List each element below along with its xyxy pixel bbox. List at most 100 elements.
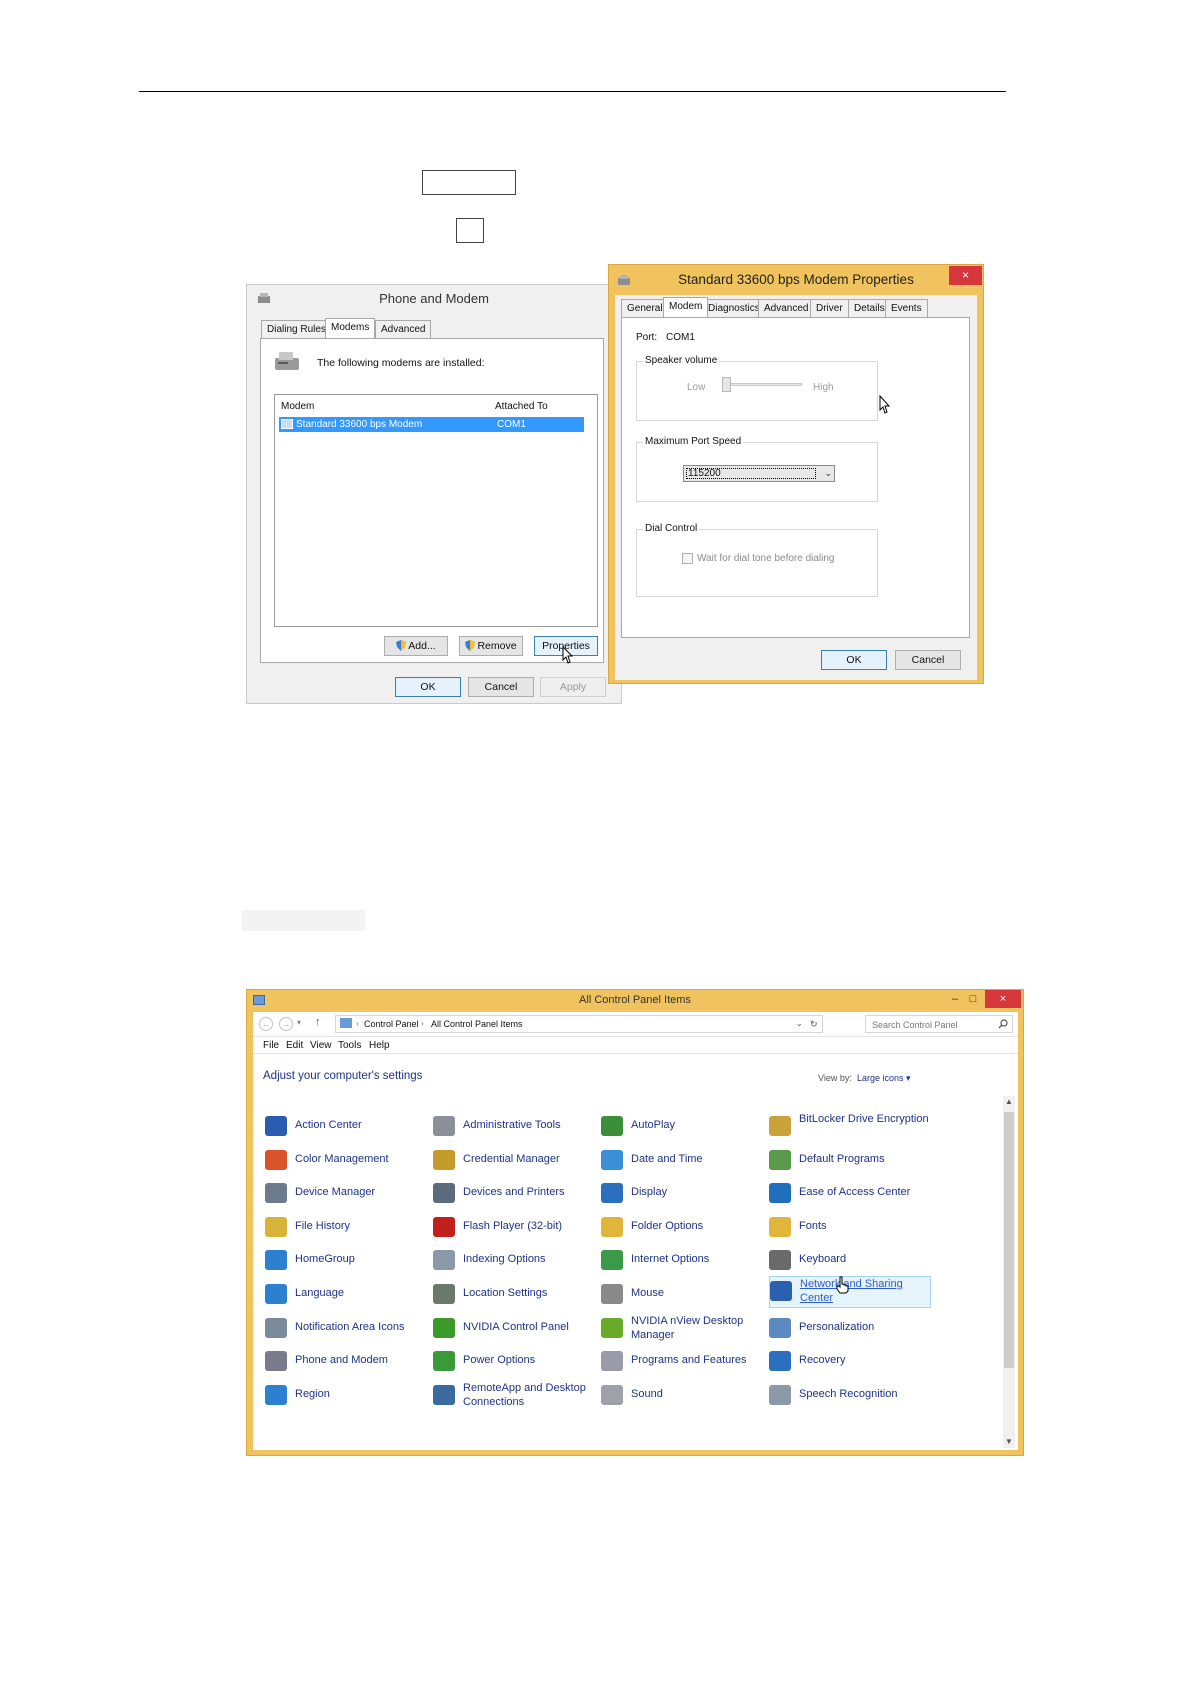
menu-file[interactable]: File xyxy=(263,1040,279,1051)
cp-item-personalization[interactable]: Personalization xyxy=(769,1314,939,1342)
search-icon[interactable] xyxy=(998,1019,1008,1029)
close-button[interactable]: × xyxy=(949,266,982,285)
scroll-thumb[interactable] xyxy=(1004,1112,1014,1368)
cp-item-sound[interactable]: Sound xyxy=(601,1381,771,1409)
cp-item-label: Keyboard xyxy=(799,1253,847,1265)
tab-general[interactable]: General xyxy=(621,299,669,317)
cp-item-autoplay[interactable]: AutoPlay xyxy=(601,1112,771,1140)
cp-item-label: Internet Options xyxy=(631,1253,710,1265)
scroll-down-icon[interactable]: ▼ xyxy=(1003,1436,1015,1448)
cp-item-label: Language xyxy=(295,1287,344,1299)
cancel-button[interactable]: Cancel xyxy=(895,650,961,670)
breadcrumb-all-items[interactable]: All Control Panel Items xyxy=(431,1019,523,1029)
cp-item-devices-and-printers[interactable]: Devices and Printers xyxy=(433,1179,603,1207)
cp-item-credential-manager[interactable]: Credential Manager xyxy=(433,1146,603,1174)
menu-bar: File Edit View Tools Help xyxy=(253,1036,1018,1054)
column-header-modem[interactable]: Modem xyxy=(281,401,314,412)
cp-item-date-and-time[interactable]: Date and Time xyxy=(601,1146,771,1174)
folder-options-icon xyxy=(601,1217,623,1237)
volume-slider[interactable] xyxy=(722,377,731,392)
cp-item-internet-options[interactable]: Internet Options xyxy=(601,1246,771,1274)
menu-help[interactable]: Help xyxy=(369,1040,390,1051)
cp-item-display[interactable]: Display xyxy=(601,1179,771,1207)
cp-item-notification-area-icons[interactable]: Notification Area Icons xyxy=(265,1314,435,1342)
cp-item-label: NVIDIA nView Desktop Manager xyxy=(631,1315,744,1341)
remove-button[interactable]: Remove xyxy=(459,636,523,656)
modem-list[interactable]: Modem Attached To Standard 33600 bps Mod… xyxy=(274,394,598,627)
breadcrumb-control-panel[interactable]: Control Panel xyxy=(364,1019,419,1029)
search-input[interactable]: Search Control Panel xyxy=(865,1015,1013,1033)
tab-advanced[interactable]: Advanced xyxy=(758,299,815,317)
cp-item-folder-options[interactable]: Folder Options xyxy=(601,1213,771,1241)
page-heading: Adjust your computer's settings xyxy=(263,1070,423,1082)
cp-item-administrative-tools[interactable]: Administrative Tools xyxy=(433,1112,603,1140)
cancel-button[interactable]: Cancel xyxy=(468,677,534,697)
menu-view[interactable]: View xyxy=(310,1040,332,1051)
cp-item-programs-and-features[interactable]: Programs and Features xyxy=(601,1347,771,1375)
cp-item-homegroup[interactable]: HomeGroup xyxy=(265,1246,435,1274)
tab-dialing-rules[interactable]: Dialing Rules xyxy=(261,320,332,338)
refresh-icon[interactable]: ↻ xyxy=(810,1019,818,1030)
chevron-down-icon[interactable]: ⌄ xyxy=(824,468,832,479)
cp-item-label: Device Manager xyxy=(295,1186,376,1198)
cp-item-device-manager[interactable]: Device Manager xyxy=(265,1179,435,1207)
menu-tools[interactable]: Tools xyxy=(338,1040,361,1051)
back-icon[interactable]: ← xyxy=(259,1017,273,1031)
cp-item-label: Mouse xyxy=(631,1287,665,1299)
port-speed-select[interactable]: 115200 ⌄ xyxy=(683,465,835,482)
cp-item-color-management[interactable]: Color Management xyxy=(265,1146,435,1174)
tab-events[interactable]: Events xyxy=(885,299,928,317)
cp-item-fonts[interactable]: Fonts xyxy=(769,1213,939,1241)
cp-item-action-center[interactable]: Action Center xyxy=(265,1112,435,1140)
list-item[interactable]: Standard 33600 bps Modem COM1 xyxy=(279,417,584,432)
nvidia-nview-desktop-manager-icon xyxy=(601,1318,623,1338)
cp-item-network-and-sharing-center[interactable]: Network and Sharing Center xyxy=(769,1276,931,1308)
cp-item-default-programs[interactable]: Default Programs xyxy=(769,1146,939,1174)
location-settings-icon xyxy=(433,1284,455,1304)
tab-modems[interactable]: Modems xyxy=(325,318,376,338)
up-arrow-icon[interactable]: ↑ xyxy=(315,1016,321,1028)
chevron-down-icon[interactable]: ⌄ xyxy=(796,1019,803,1028)
cp-item-keyboard[interactable]: Keyboard xyxy=(769,1246,939,1274)
tab-driver[interactable]: Driver xyxy=(810,299,849,317)
maximize-button[interactable]: □ xyxy=(964,990,982,1008)
cp-item-indexing-options[interactable]: Indexing Options xyxy=(433,1246,603,1274)
cp-item-phone-and-modem[interactable]: Phone and Modem xyxy=(265,1347,435,1375)
cp-item-remoteapp-and-desktop-connections[interactable]: RemoteApp and Desktop Connections xyxy=(433,1381,603,1409)
hand-cursor-icon xyxy=(836,1276,849,1294)
fonts-icon xyxy=(769,1217,791,1237)
cp-item-power-options[interactable]: Power Options xyxy=(433,1347,603,1375)
cp-item-recovery[interactable]: Recovery xyxy=(769,1347,939,1375)
cp-item-region[interactable]: Region xyxy=(265,1381,435,1409)
apply-button[interactable]: Apply xyxy=(540,677,606,697)
cp-item-mouse[interactable]: Mouse xyxy=(601,1280,771,1308)
column-header-attached[interactable]: Attached To xyxy=(495,401,548,412)
tab-diagnostics[interactable]: Diagnostics xyxy=(702,299,766,317)
language-icon xyxy=(265,1284,287,1304)
menu-edit[interactable]: Edit xyxy=(286,1040,303,1051)
ok-button[interactable]: OK xyxy=(395,677,461,697)
close-button[interactable]: × xyxy=(985,990,1021,1008)
cp-item-nvidia-nview-desktop-manager[interactable]: NVIDIA nView Desktop Manager xyxy=(601,1314,771,1342)
view-by-dropdown[interactable]: Large icons ▾ xyxy=(857,1073,911,1084)
add-button[interactable]: Add... xyxy=(384,636,448,656)
tab-advanced[interactable]: Advanced xyxy=(375,320,432,338)
cp-item-location-settings[interactable]: Location Settings xyxy=(433,1280,603,1308)
cp-item-speech-recognition[interactable]: Speech Recognition xyxy=(769,1381,939,1409)
scroll-up-icon[interactable]: ▲ xyxy=(1003,1096,1015,1108)
vertical-scrollbar[interactable]: ▲ ▼ xyxy=(1003,1096,1015,1448)
cp-item-language[interactable]: Language xyxy=(265,1280,435,1308)
cp-item-ease-of-access-center[interactable]: Ease of Access Center xyxy=(769,1179,939,1207)
cp-item-file-history[interactable]: File History xyxy=(265,1213,435,1241)
minimize-button[interactable]: – xyxy=(946,990,964,1008)
tab-modem[interactable]: Modem xyxy=(663,297,709,317)
cp-item-bitlocker-drive-encryption[interactable]: BitLocker Drive Encryption xyxy=(769,1112,939,1140)
cp-item-nvidia-control-panel[interactable]: NVIDIA Control Panel xyxy=(433,1314,603,1342)
forward-icon[interactable]: → xyxy=(279,1017,293,1031)
address-field[interactable]: › Control Panel › All Control Panel Item… xyxy=(335,1015,823,1033)
recent-chevron-icon[interactable]: ▾ xyxy=(297,1018,301,1027)
cp-item-flash-player-32-bit[interactable]: Flash Player (32-bit) xyxy=(433,1213,603,1241)
cp-item-label: BitLocker Drive Encryption xyxy=(799,1113,929,1125)
wait-dial-tone-checkbox[interactable] xyxy=(682,553,693,564)
ok-button[interactable]: OK xyxy=(821,650,887,670)
